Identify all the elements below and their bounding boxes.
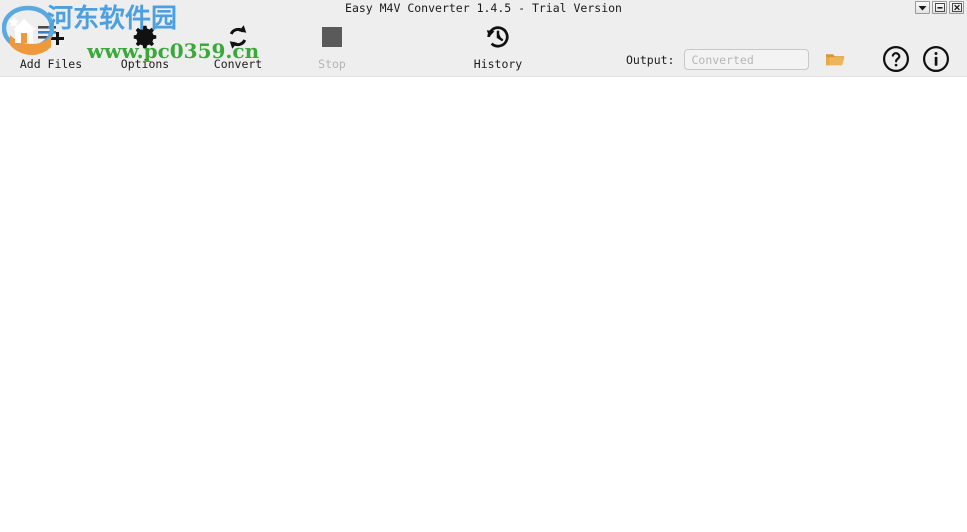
- window-controls: [915, 1, 964, 14]
- dropdown-button[interactable]: [915, 1, 930, 14]
- output-label: Output:: [626, 52, 675, 67]
- stop-square-icon: [322, 27, 342, 47]
- title-bar: Easy M4V Converter 1.4.5 - Trial Version: [0, 0, 967, 16]
- minimize-icon: [934, 3, 945, 12]
- stop-button[interactable]: Stop: [280, 20, 384, 71]
- chevron-down-icon: [918, 5, 927, 10]
- clock-history-icon: [486, 26, 509, 48]
- refresh-icon: [229, 25, 247, 49]
- history-button[interactable]: History: [446, 20, 550, 71]
- toolbar: Add Files Options Convert Stop History O…: [0, 16, 967, 77]
- folder-open-icon: [826, 53, 846, 65]
- options-icon-wrap: [93, 20, 197, 54]
- options-button[interactable]: Options: [93, 20, 197, 71]
- stop-label: Stop: [318, 57, 346, 71]
- help-button[interactable]: [882, 45, 910, 77]
- convert-icon-wrap: [186, 20, 290, 54]
- file-list-area[interactable]: [0, 77, 967, 532]
- close-button[interactable]: [949, 1, 964, 14]
- right-icon-group: [882, 45, 950, 77]
- add-files-button[interactable]: Add Files: [0, 20, 103, 71]
- window-title: Easy M4V Converter 1.4.5 - Trial Version: [345, 1, 622, 15]
- minimize-button[interactable]: [932, 1, 947, 14]
- history-icon-wrap: [446, 20, 550, 54]
- add-files-icon-wrap: [0, 20, 103, 54]
- info-button[interactable]: [922, 45, 950, 77]
- history-label: History: [473, 57, 523, 71]
- convert-label: Convert: [213, 57, 263, 71]
- add-files-icon: [38, 26, 64, 45]
- output-group: Output:: [626, 49, 847, 70]
- output-path-input[interactable]: [684, 49, 810, 70]
- options-label: Options: [120, 57, 170, 71]
- add-files-label: Add Files: [19, 57, 83, 71]
- stop-icon-wrap: [280, 20, 384, 54]
- browse-output-button[interactable]: [825, 50, 847, 70]
- gear-icon: [133, 25, 157, 49]
- app-window: Easy M4V Converter 1.4.5 - Trial Version: [0, 0, 967, 532]
- convert-button[interactable]: Convert: [186, 20, 290, 71]
- question-circle-icon: [882, 45, 910, 73]
- info-circle-icon: [922, 45, 950, 73]
- close-icon: [951, 3, 962, 12]
